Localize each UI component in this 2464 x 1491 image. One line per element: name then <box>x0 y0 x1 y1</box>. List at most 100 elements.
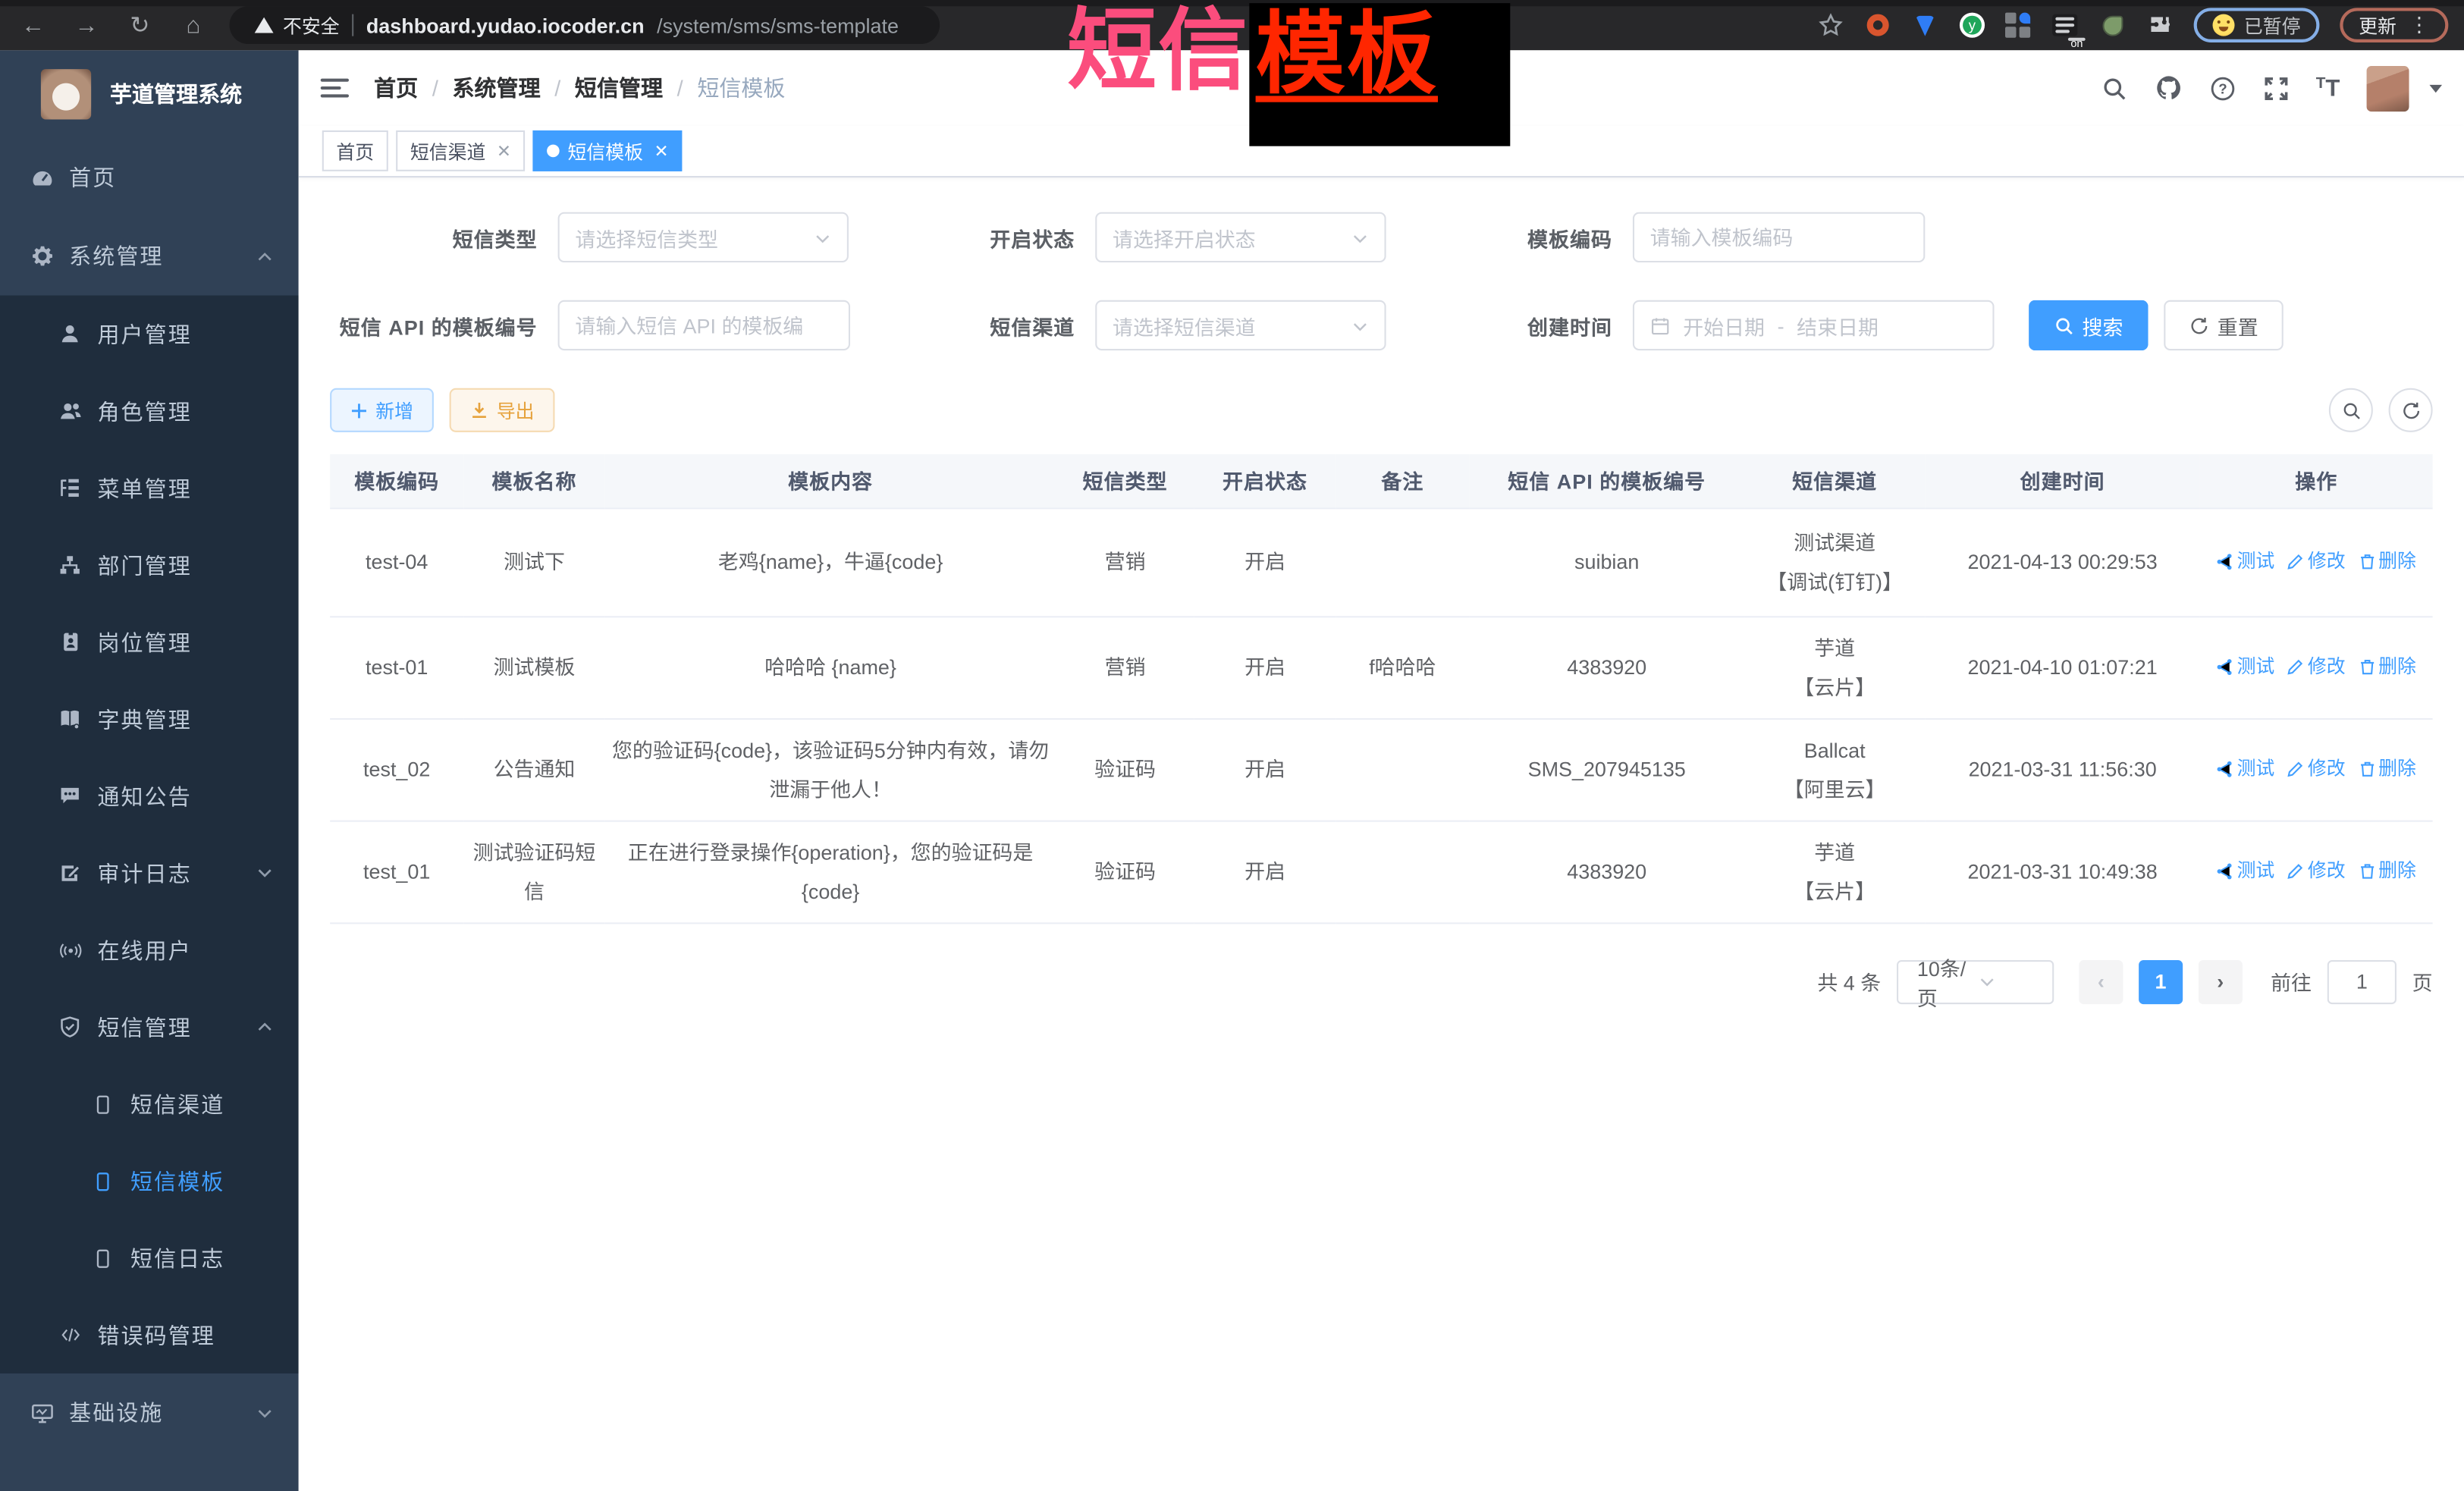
refresh-table-button[interactable] <box>2389 388 2433 432</box>
sidebar-item-sms-template[interactable]: 短信模板 <box>0 1142 299 1219</box>
close-icon[interactable]: ✕ <box>654 140 669 161</box>
sidebar-item-online-users[interactable]: 在线用户 <box>0 912 299 989</box>
filter-created-time: 创建时间 开始日期 - 结束日期 <box>1405 300 1994 350</box>
edit-link[interactable]: 修改 <box>2287 749 2346 788</box>
extension-leaf-icon[interactable] <box>2099 12 2126 39</box>
sms-type-select[interactable]: 请选择短信类型 <box>558 212 849 262</box>
smartphone-icon <box>89 1093 116 1115</box>
toggle-search-button[interactable] <box>2329 388 2373 432</box>
sidebar-item-sms-channel[interactable]: 短信渠道 <box>0 1066 299 1143</box>
sidebar-item-infrastructure[interactable]: 基础设施 <box>0 1373 299 1452</box>
extension-tampermonkey-icon[interactable]: on <box>2052 12 2079 39</box>
breadcrumb-sms[interactable]: 短信管理 <box>575 72 663 103</box>
not-secure-badge[interactable]: 不安全 <box>255 12 340 39</box>
delete-link[interactable]: 删除 <box>2358 749 2416 788</box>
edit-link[interactable]: 修改 <box>2287 647 2346 686</box>
edit-link[interactable]: 修改 <box>2287 541 2346 581</box>
test-link[interactable]: 测试 <box>2217 647 2275 686</box>
font-size-icon[interactable]: TT <box>2316 74 2340 101</box>
sidebar-item-sms-mgmt[interactable]: 短信管理 <box>0 988 299 1066</box>
goto-page-input[interactable] <box>2327 959 2397 1003</box>
edit-link[interactable]: 修改 <box>2287 851 2346 890</box>
test-link[interactable]: 测试 <box>2217 541 2275 581</box>
code-icon <box>57 1325 83 1345</box>
close-icon[interactable]: ✕ <box>497 140 511 161</box>
extension-grid-icon[interactable] <box>2005 12 2032 39</box>
monitor-icon <box>28 1401 55 1424</box>
breadcrumb-home[interactable]: 首页 <box>374 72 418 103</box>
delete-link[interactable]: 删除 <box>2358 541 2416 581</box>
sidebar-item-post-mgmt[interactable]: 岗位管理 <box>0 604 299 681</box>
export-button[interactable]: 导出 <box>450 388 555 432</box>
browser-reload-icon[interactable]: ↻ <box>126 11 154 39</box>
sidebar-item-audit-log[interactable]: 审计日志 <box>0 834 299 912</box>
template-code-input[interactable] <box>1633 212 1925 262</box>
browser-update-button[interactable]: 更新 ⋮ <box>2340 8 2448 42</box>
page-1-button[interactable]: 1 <box>2139 959 2183 1003</box>
sidebar-item-user-mgmt[interactable]: 用户管理 <box>0 296 299 373</box>
bookmark-star-icon[interactable] <box>1818 12 1844 39</box>
col-sms-type: 短信类型 <box>1056 454 1194 507</box>
chevron-down-icon <box>814 228 831 246</box>
browser-home-icon[interactable]: ⌂ <box>179 12 207 39</box>
filter-status: 开启状态 请选择开启状态 <box>868 212 1386 262</box>
tab-sms-template[interactable]: 短信模板✕ <box>533 130 683 171</box>
github-icon[interactable] <box>2154 74 2182 102</box>
sidebar-item-notice[interactable]: 通知公告 <box>0 758 299 835</box>
sidebar-item-menu-mgmt[interactable]: 菜单管理 <box>0 450 299 527</box>
edit-note-icon <box>57 862 83 885</box>
delete-link[interactable]: 删除 <box>2358 851 2416 890</box>
app-logo <box>41 69 91 119</box>
sidebar-item-role-mgmt[interactable]: 角色管理 <box>0 372 299 450</box>
reset-button[interactable]: 重置 <box>2164 300 2284 350</box>
search-icon[interactable] <box>2101 74 2127 101</box>
test-link[interactable]: 测试 <box>2217 851 2275 890</box>
date-range-picker[interactable]: 开始日期 - 结束日期 <box>1633 300 1995 350</box>
fullscreen-icon[interactable] <box>2262 74 2289 101</box>
user-avatar[interactable] <box>2367 65 2409 111</box>
page-content: 短信类型 请选择短信类型 开启状态 请选择开启状态 <box>299 177 2464 1491</box>
next-page-button[interactable]: › <box>2199 959 2243 1003</box>
paused-badge[interactable]: 已暂停 <box>2194 8 2320 42</box>
extension-blue-drop-icon[interactable] <box>1913 12 1939 39</box>
browser-menu-icon[interactable]: ⋮ <box>2409 13 2430 38</box>
extension-orange-icon[interactable] <box>1866 12 1892 39</box>
sms-channel-select[interactable]: 请选择短信渠道 <box>1095 300 1386 350</box>
test-link[interactable]: 测试 <box>2217 749 2275 788</box>
extension-green-y-icon[interactable]: y <box>1960 13 1985 38</box>
help-icon[interactable]: ? <box>2209 74 2236 101</box>
chevron-down-icon <box>256 865 274 882</box>
tab-home[interactable]: 首页 <box>322 130 388 171</box>
api-template-id-input[interactable] <box>558 300 850 350</box>
col-template-name: 模板名称 <box>463 454 604 507</box>
avatar-caret-down-icon[interactable] <box>2429 84 2442 92</box>
browser-back-icon[interactable]: ← <box>19 12 47 39</box>
sidebar-item-dept-mgmt[interactable]: 部门管理 <box>0 526 299 604</box>
table-row: test-04 测试下 老鸡{name}，牛逼{code} 营销 开启 suib… <box>330 507 2432 616</box>
sidebar-item-system-mgmt[interactable]: 系统管理 <box>0 217 299 296</box>
sidebar-item-dict-mgmt[interactable]: 字典管理 <box>0 680 299 758</box>
sidebar-item-sms-log[interactable]: 短信日志 <box>0 1219 299 1297</box>
extensions-puzzle-icon[interactable] <box>2146 12 2173 39</box>
page-size-select[interactable]: 10条/页 <box>1897 959 2054 1003</box>
status-select[interactable]: 请选择开启状态 <box>1095 212 1386 262</box>
sidebar-toggle-icon[interactable] <box>321 79 349 98</box>
tree-menu-icon <box>57 476 83 500</box>
table-row: test_02 公告通知 您的验证码{code}，该验证码5分钟内有效，请勿泄漏… <box>330 718 2432 821</box>
end-date-placeholder: 结束日期 <box>1797 310 1879 340</box>
filter-template-code: 模板编码 <box>1405 212 1923 262</box>
col-template-code: 模板编码 <box>330 454 463 507</box>
gear-icon <box>28 243 55 268</box>
sidebar-item-error-code-mgmt[interactable]: 错误码管理 <box>0 1296 299 1373</box>
address-bar[interactable]: 不安全 dashboard.yudao.iocoder.cn/system/sm… <box>230 6 940 44</box>
app-logo-row[interactable]: 芋道管理系统 <box>0 50 299 138</box>
browser-forward-icon[interactable]: → <box>72 12 100 39</box>
add-button[interactable]: 新增 <box>330 388 434 432</box>
tab-sms-channel[interactable]: 短信渠道✕ <box>396 130 525 171</box>
breadcrumb-system[interactable]: 系统管理 <box>453 72 541 103</box>
search-button[interactable]: 搜索 <box>2029 300 2149 350</box>
sidebar-item-home[interactable]: 首页 <box>0 138 299 217</box>
chat-bubble-icon <box>57 784 83 808</box>
delete-link[interactable]: 删除 <box>2358 647 2416 686</box>
prev-page-button[interactable]: ‹ <box>2079 959 2123 1003</box>
